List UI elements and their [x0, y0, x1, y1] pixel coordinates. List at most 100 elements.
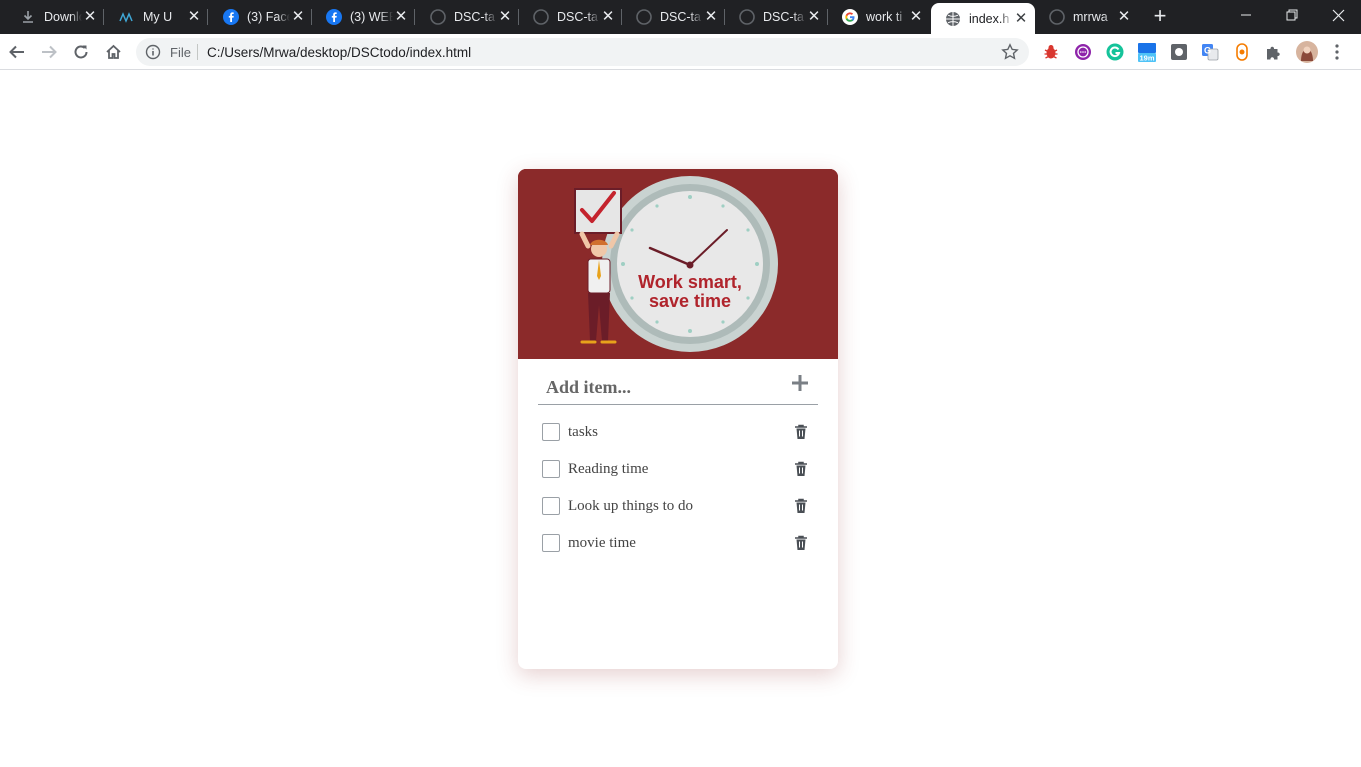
- tab-close-icon[interactable]: ✕: [703, 9, 719, 25]
- tab-title: index.h: [969, 11, 1010, 26]
- github-icon: [739, 9, 755, 25]
- github-icon: [533, 9, 549, 25]
- new-tab-button[interactable]: +: [1149, 5, 1171, 28]
- todo-item: tasks: [538, 423, 818, 460]
- window-close-button[interactable]: [1315, 0, 1361, 30]
- globe-icon: [945, 11, 961, 27]
- arrow-right-icon: [42, 45, 57, 59]
- browser-tab[interactable]: My U ✕: [105, 0, 208, 34]
- browser-tab[interactable]: mrrwa ✕: [1035, 0, 1138, 34]
- orange-extension-icon[interactable]: [1232, 42, 1252, 62]
- tab-close-icon[interactable]: ✕: [186, 9, 202, 25]
- translate-icon[interactable]: G: [1200, 42, 1220, 62]
- trash-icon[interactable]: [794, 535, 808, 551]
- github-icon: [636, 9, 652, 25]
- browser-tab-strip: Downlo ✕ My U ✕ (3) Face ✕ (3) WEB ✕ DSC…: [0, 0, 1361, 34]
- tab-title: Downlo: [44, 10, 82, 24]
- svg-text:G: G: [1204, 46, 1211, 56]
- tab-close-icon[interactable]: ✕: [1116, 9, 1132, 25]
- browser-tab[interactable]: (3) Face ✕: [209, 0, 312, 34]
- todo-label: movie time: [568, 535, 636, 551]
- bug-extension-icon[interactable]: [1041, 42, 1061, 62]
- browser-tab[interactable]: DSC-ta ✕: [622, 0, 725, 34]
- trash-icon[interactable]: [794, 498, 808, 514]
- tab-close-icon[interactable]: ✕: [908, 9, 924, 25]
- browser-tab[interactable]: Downlo ✕: [6, 0, 104, 34]
- address-divider: [197, 44, 198, 60]
- tab-close-icon[interactable]: ✕: [393, 9, 409, 25]
- address-bar[interactable]: File C:/Users/Mrwa/desktop/DSCtodo/index…: [136, 38, 1029, 66]
- todo-item: Reading time: [538, 460, 818, 497]
- reload-icon: [74, 45, 88, 59]
- add-item-input[interactable]: [546, 373, 776, 401]
- tab-separator: [207, 9, 208, 25]
- trash-icon[interactable]: [794, 424, 808, 440]
- work-smart-banner: Work smart, save time: [518, 169, 838, 359]
- close-icon: [1332, 9, 1344, 21]
- browser-tab[interactable]: work ti ✕: [828, 0, 930, 34]
- restore-button[interactable]: [1269, 0, 1315, 30]
- facebook-icon: [223, 9, 239, 25]
- add-item-row: [538, 369, 818, 405]
- tab-close-icon[interactable]: ✕: [290, 9, 306, 25]
- todo-checkbox[interactable]: [542, 423, 560, 441]
- back-button[interactable]: [4, 39, 30, 65]
- tab-close-icon[interactable]: ✕: [806, 9, 822, 25]
- todo-checkbox[interactable]: [542, 534, 560, 552]
- chat-extension-icon[interactable]: [1073, 42, 1093, 62]
- banner-line-1: Work smart,: [638, 272, 742, 292]
- checkmark-sign-icon: [574, 188, 622, 234]
- tab-title: DSC-ta: [557, 10, 598, 24]
- tab-title: DSC-ta: [660, 10, 701, 24]
- todo-label: Look up things to do: [568, 498, 694, 514]
- grammarly-icon[interactable]: [1105, 42, 1125, 62]
- home-button[interactable]: [100, 39, 126, 65]
- browser-tab[interactable]: DSC-ta ✕: [725, 0, 828, 34]
- square-extension-icon[interactable]: [1169, 42, 1189, 62]
- tab-close-icon[interactable]: ✕: [497, 9, 513, 25]
- tab-title: work ti: [866, 10, 903, 24]
- reload-button[interactable]: [68, 39, 94, 65]
- restore-icon: [1286, 9, 1298, 21]
- site-favicon: [119, 9, 135, 25]
- tab-close-icon[interactable]: ✕: [1013, 10, 1029, 27]
- url-text[interactable]: C:/Users/Mrwa/desktop/DSCtodo/index.html: [207, 45, 471, 60]
- tab-title: DSC-ta: [454, 10, 495, 24]
- todo-checkbox[interactable]: [542, 497, 560, 515]
- todo-label: Reading time: [568, 461, 649, 477]
- todo-item: movie time: [538, 534, 818, 571]
- tab-separator: [103, 9, 104, 25]
- tab-close-icon[interactable]: ✕: [82, 9, 98, 25]
- timer-badge: 19m: [1139, 54, 1154, 63]
- facebook-icon: [326, 9, 342, 25]
- minimize-icon: [1241, 14, 1251, 16]
- trash-icon[interactable]: [794, 461, 808, 477]
- browser-toolbar: File C:/Users/Mrwa/desktop/DSCtodo/index…: [0, 34, 1361, 70]
- browser-tab[interactable]: DSC-ta ✕: [416, 0, 519, 34]
- arrow-left-icon: [9, 45, 24, 59]
- forward-button[interactable]: [36, 39, 62, 65]
- banner-line-2: save time: [649, 291, 731, 311]
- minimize-button[interactable]: [1223, 0, 1269, 30]
- info-icon[interactable]: [145, 44, 161, 60]
- browser-tab-active[interactable]: index.h ✕: [931, 3, 1035, 34]
- puzzle-icon[interactable]: [1264, 42, 1284, 62]
- tab-separator: [414, 9, 415, 25]
- download-icon: [20, 9, 36, 25]
- bookmark-star-icon[interactable]: [1001, 43, 1019, 61]
- tab-title: (3) Face: [247, 10, 290, 24]
- avatar[interactable]: [1296, 41, 1318, 63]
- kebab-menu-icon[interactable]: [1330, 42, 1344, 62]
- browser-tab[interactable]: DSC-ta ✕: [519, 0, 622, 34]
- home-icon: [105, 44, 121, 59]
- scheme-label: File: [170, 45, 191, 60]
- todo-checkbox[interactable]: [542, 460, 560, 478]
- tab-close-icon[interactable]: ✕: [600, 9, 616, 25]
- google-icon: [842, 9, 858, 25]
- todo-item: Look up things to do: [538, 497, 818, 534]
- browser-tab[interactable]: (3) WEB ✕: [312, 0, 415, 34]
- todo-list: tasks Reading time Look up things to do …: [538, 423, 818, 571]
- timer-extension-icon[interactable]: 19m: [1136, 42, 1158, 63]
- plus-icon[interactable]: [790, 373, 810, 393]
- todo-card: Work smart, save time tasks Rea: [518, 169, 838, 669]
